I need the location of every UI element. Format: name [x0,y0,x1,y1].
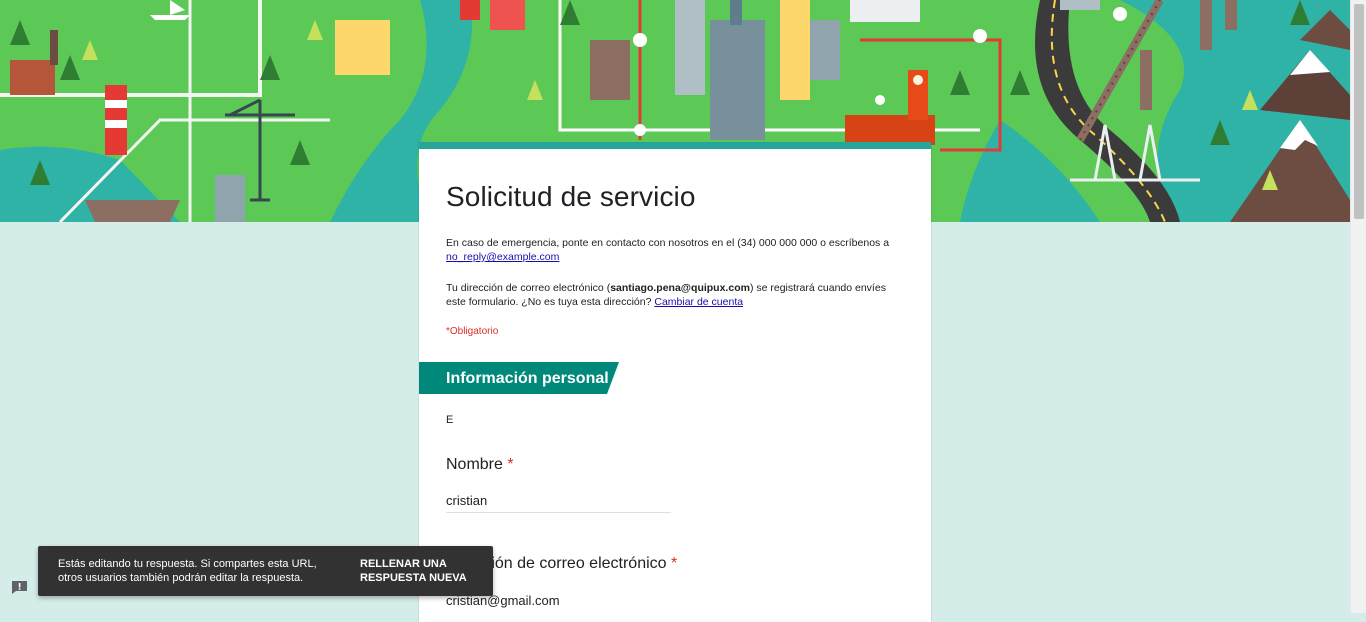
form-description-text: En caso de emergencia, ponte en contacto… [446,237,890,249]
form-card: Solicitud de servicio En caso de emergen… [419,142,931,622]
section-description: E [446,414,454,426]
required-note: *Obligatorio [446,326,499,337]
section-header: Información personal [419,362,619,394]
feedback-icon[interactable] [11,580,28,595]
contact-email-link[interactable]: no_reply@example.com [446,251,559,263]
question-title: Nombre [446,456,503,473]
toast-message: Estás editando tu respuesta. Si comparte… [58,558,317,584]
switch-account-link[interactable]: Cambiar de cuenta [654,296,743,308]
edit-response-toast: Estás editando tu respuesta. Si comparte… [38,546,493,596]
scrollbar-thumb[interactable] [1354,4,1364,219]
account-notice-prefix: Tu dirección de correo electrónico ( [446,282,611,294]
required-asterisk: * [507,456,514,473]
form-description: En caso de emergencia, ponte en contacto… [446,236,906,264]
section-title: Información personal [446,370,609,387]
nombre-input[interactable]: cristian [446,493,671,513]
account-notice: Tu dirección de correo electrónico (sant… [446,281,906,309]
page-scrollbar[interactable] [1350,0,1366,613]
feedback-icon-glyph [12,581,27,594]
new-response-button[interactable]: RELLENAR UNA RESPUESTA NUEVA [360,557,480,585]
required-asterisk: * [671,555,678,572]
question-label-nombre: Nombre * [446,456,514,474]
account-email: santiago.pena@quipux.com [610,282,750,294]
form-title: Solicitud de servicio [446,181,696,212]
